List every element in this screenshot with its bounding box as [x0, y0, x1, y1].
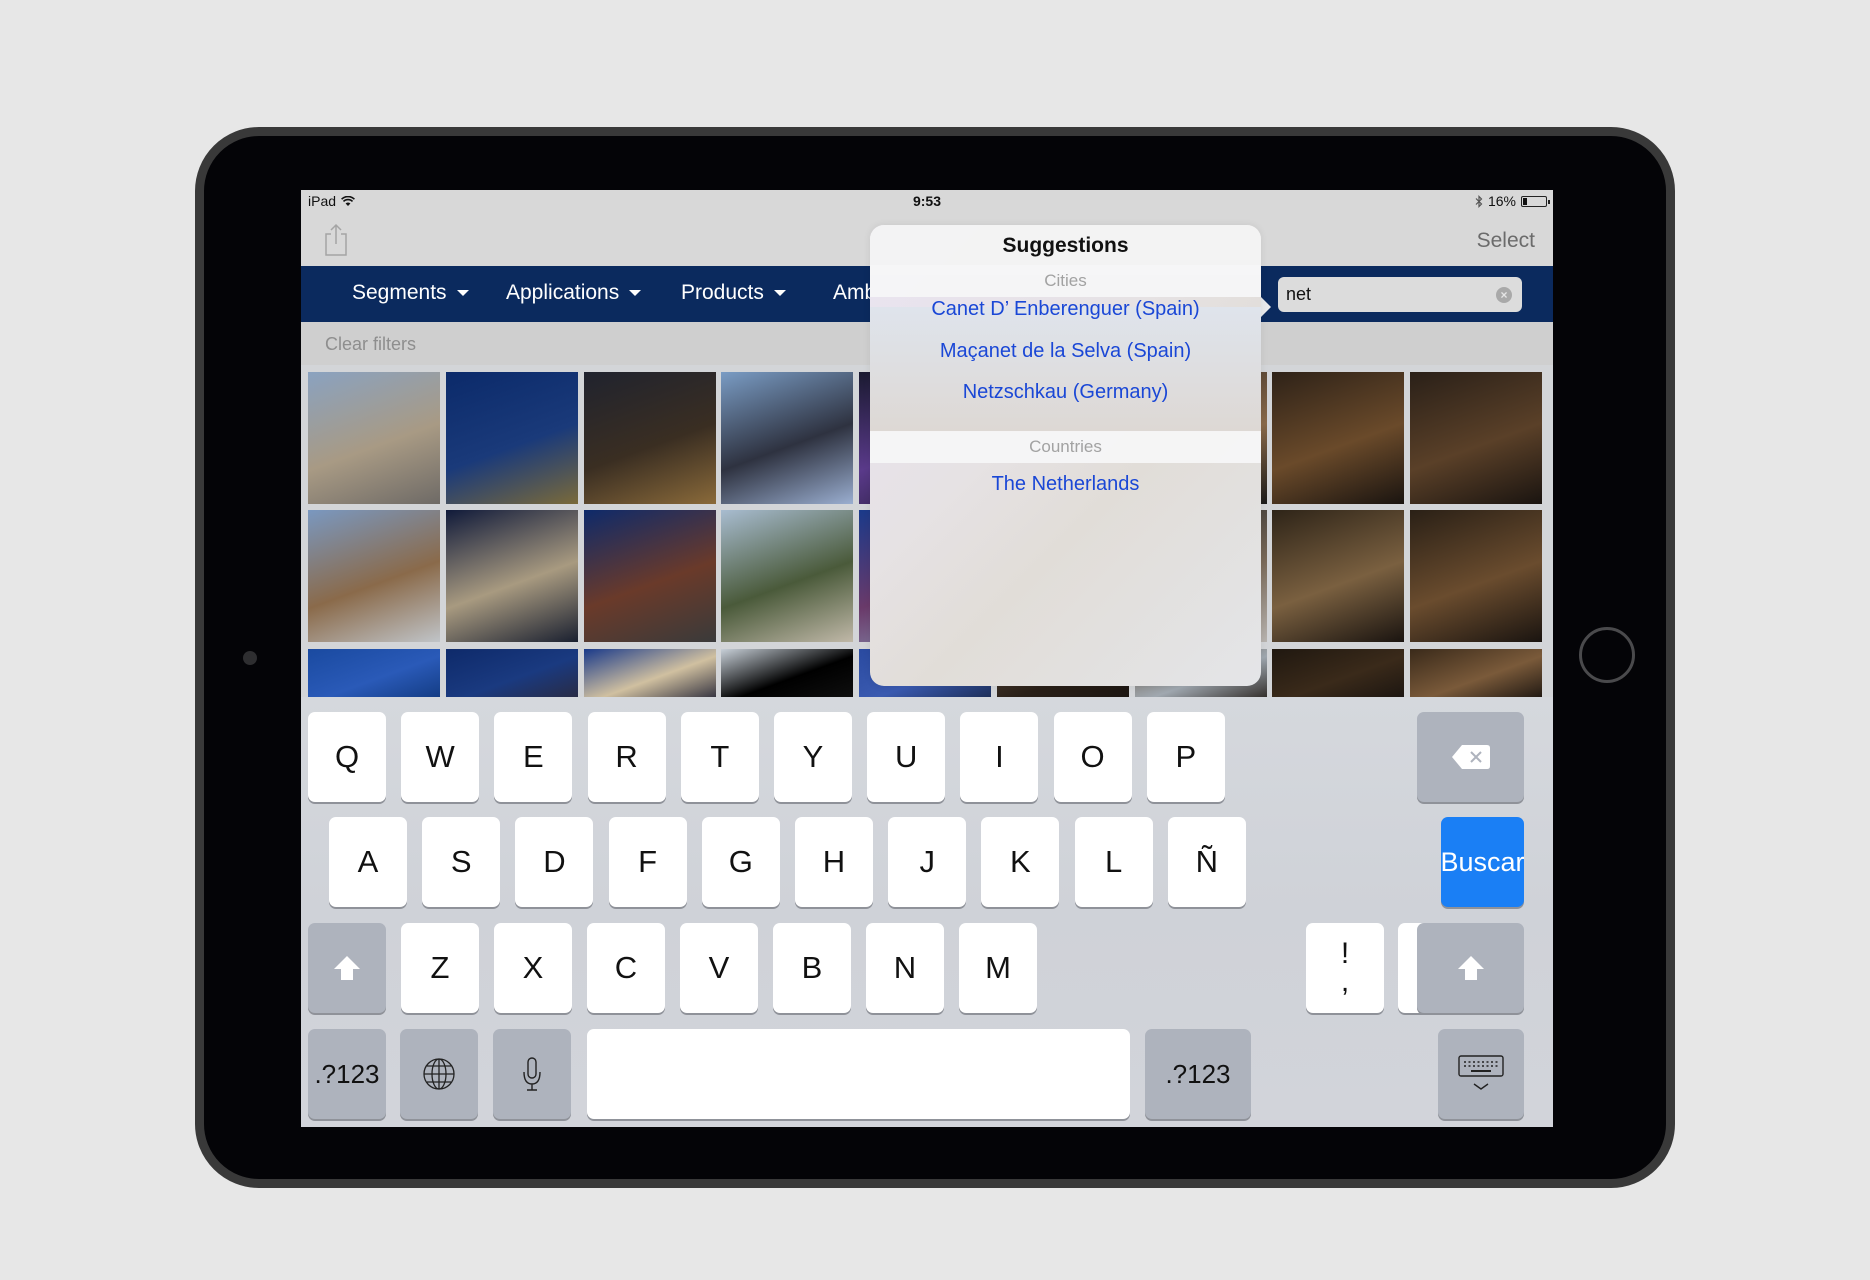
key-b[interactable]: B	[773, 923, 851, 1013]
shift-key-right[interactable]	[1417, 923, 1524, 1013]
photo-thumbnail[interactable]	[583, 510, 716, 643]
key-label: !	[1340, 937, 1350, 970]
nav-segments-dropdown[interactable]: Segments	[352, 281, 469, 305]
numbers-key-left[interactable]: .?123	[308, 1029, 386, 1119]
nav-applications-dropdown[interactable]: Applications	[506, 281, 642, 305]
caret-down-icon	[629, 290, 642, 296]
key-a[interactable]: A	[329, 817, 407, 907]
keyboard-dismiss-icon	[1458, 1055, 1504, 1090]
key-z[interactable]: Z	[401, 923, 479, 1013]
clock: 9:53	[912, 193, 942, 209]
photo-thumbnail[interactable]	[445, 372, 578, 505]
key-ñ[interactable]: Ñ	[1167, 817, 1246, 907]
caret-down-icon	[773, 290, 786, 296]
key-i[interactable]: I	[960, 712, 1039, 802]
photo-thumbnail[interactable]	[1410, 372, 1543, 505]
key-f[interactable]: F	[608, 817, 687, 907]
search-input[interactable]	[1286, 277, 1486, 312]
key-q[interactable]: Q	[308, 712, 386, 802]
section-header-countries: Countries	[870, 431, 1261, 463]
photo-thumbnail[interactable]	[721, 510, 854, 643]
photo-thumbnail[interactable]	[445, 648, 578, 697]
photo-thumbnail[interactable]	[1410, 510, 1543, 643]
key-n[interactable]: N	[866, 923, 944, 1013]
key-m[interactable]: M	[959, 923, 1037, 1013]
key-u[interactable]: U	[867, 712, 946, 802]
backspace-key[interactable]	[1417, 712, 1524, 802]
photo-thumbnail[interactable]	[1272, 510, 1405, 643]
photo-thumbnail[interactable]	[308, 648, 441, 697]
key-t[interactable]: T	[680, 712, 759, 802]
backspace-icon	[1451, 745, 1490, 769]
caret-down-icon	[456, 290, 469, 296]
bluetooth-icon	[1475, 194, 1483, 208]
nav-label: Products	[681, 281, 764, 304]
suggestion-item[interactable]: Canet D’ Enberenguer (Spain)	[870, 288, 1261, 330]
key-r[interactable]: R	[587, 712, 666, 802]
shift-icon	[1457, 956, 1484, 980]
search-return-key[interactable]: Buscar	[1440, 817, 1525, 907]
photo-thumbnail[interactable]	[1272, 372, 1405, 505]
photo-thumbnail[interactable]	[583, 372, 716, 505]
nav-label: Segments	[352, 281, 447, 304]
nav-label: Applications	[506, 281, 620, 304]
photo-thumbnail[interactable]	[721, 648, 854, 697]
key-g[interactable]: G	[701, 817, 780, 907]
globe-icon	[423, 1058, 455, 1090]
key-label: ,	[1340, 965, 1350, 998]
key-c[interactable]: C	[587, 923, 665, 1013]
key-k[interactable]: K	[981, 817, 1060, 907]
key-exclaim-comma[interactable]: !,	[1306, 923, 1384, 1013]
key-o[interactable]: O	[1053, 712, 1132, 802]
status-bar: iPad 9:53 16%	[301, 190, 1553, 212]
key-v[interactable]: V	[680, 923, 758, 1013]
key-x[interactable]: X	[494, 923, 572, 1013]
photo-thumbnail[interactable]	[583, 648, 716, 697]
key-w[interactable]: W	[401, 712, 480, 802]
suggestions-popover: Suggestions Cities Canet D’ Enberenguer …	[870, 225, 1261, 686]
search-field[interactable]: ×	[1278, 277, 1522, 312]
battery-icon	[1521, 195, 1550, 207]
photo-thumbnail[interactable]	[308, 372, 441, 505]
key-p[interactable]: P	[1146, 712, 1225, 802]
clear-filters-button[interactable]: Clear filters	[325, 334, 416, 355]
hide-keyboard-key[interactable]	[1438, 1029, 1524, 1119]
numbers-key-right[interactable]: .?123	[1145, 1029, 1251, 1119]
share-icon[interactable]	[321, 222, 351, 258]
space-bar[interactable]	[587, 1029, 1130, 1119]
keyboard: Buscar !, ?. .?123 .?123	[301, 697, 1553, 1127]
suggestion-item[interactable]: Netzschkau (Germany)	[870, 371, 1261, 413]
battery-percent: 16%	[1487, 193, 1516, 209]
photo-thumbnail[interactable]	[721, 372, 854, 505]
camera	[243, 651, 257, 665]
dictation-key[interactable]	[493, 1029, 571, 1119]
clear-search-icon[interactable]: ×	[1496, 287, 1512, 303]
key-l[interactable]: L	[1074, 817, 1153, 907]
suggestion-item[interactable]: Maçanet de la Selva (Spain)	[870, 330, 1261, 372]
shift-key-left[interactable]	[308, 923, 386, 1013]
key-s[interactable]: S	[422, 817, 501, 907]
microphone-icon	[523, 1057, 541, 1091]
photo-thumbnail[interactable]	[445, 510, 578, 643]
key-h[interactable]: H	[795, 817, 873, 907]
photo-thumbnail[interactable]	[1410, 648, 1543, 697]
select-button[interactable]: Select	[1477, 229, 1535, 253]
shift-icon	[334, 956, 360, 980]
key-d[interactable]: D	[515, 817, 594, 907]
key-e[interactable]: E	[494, 712, 573, 802]
screen: iPad 9:53 16% Select Segments Applicatio…	[301, 190, 1553, 1127]
key-j[interactable]: J	[888, 817, 967, 907]
photo-thumbnail[interactable]	[1272, 648, 1405, 697]
globe-key[interactable]	[400, 1029, 478, 1119]
home-button[interactable]	[1579, 627, 1635, 683]
suggestion-item[interactable]: The Netherlands	[870, 463, 1261, 505]
photo-thumbnail[interactable]	[308, 510, 441, 643]
key-y[interactable]: Y	[774, 712, 852, 802]
nav-products-dropdown[interactable]: Products	[681, 281, 786, 305]
